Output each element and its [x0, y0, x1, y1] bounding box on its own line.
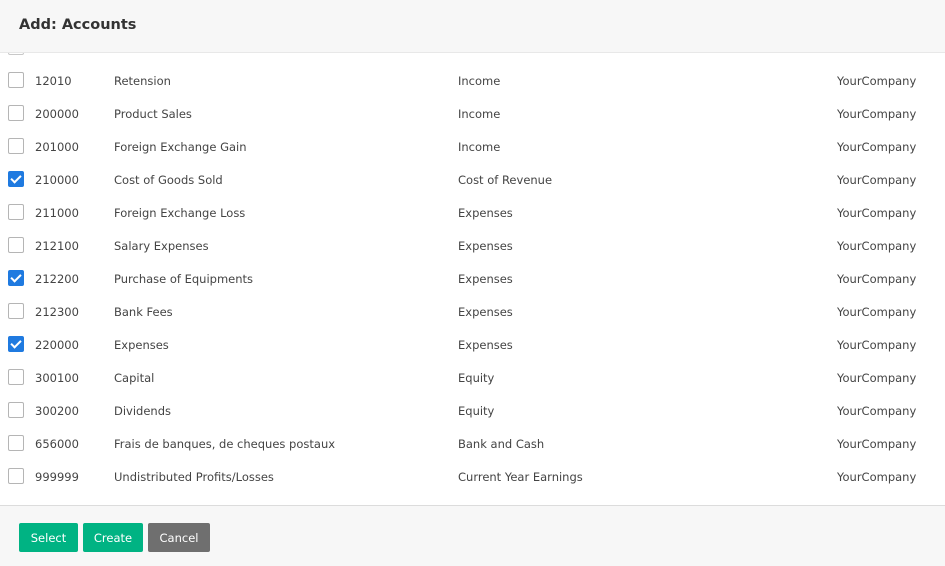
account-type: Bank and Cash: [458, 437, 545, 451]
account-type: Expenses: [458, 338, 513, 352]
account-name: Bank Fees: [114, 305, 173, 319]
account-company: YourCompany: [837, 206, 917, 220]
account-code: 220000: [35, 338, 79, 352]
account-code: 212100: [35, 239, 79, 253]
account-company: YourCompany: [837, 437, 917, 451]
table-row[interactable]: 999999 Undistributed Profits/Losses Curr…: [0, 460, 945, 493]
account-name: Foreign Exchange Loss: [114, 206, 246, 220]
account-company: YourCompany: [837, 74, 917, 88]
account-name: Purchase of Equipments: [114, 272, 254, 286]
account-type: Equity: [458, 371, 495, 385]
account-type: Cost of Revenue: [458, 173, 553, 187]
table-row[interactable]: 220000 Expenses Expenses YourCompany: [0, 328, 945, 361]
account-type: Equity: [458, 404, 495, 418]
account-name: Undistributed Profits/Losses: [114, 470, 274, 484]
dialog-footer: Select Create Cancel: [0, 505, 945, 566]
table-row[interactable]: 210000 Cost of Goods Sold Cost of Revenu…: [0, 163, 945, 196]
account-name: Expenses: [114, 338, 169, 352]
row-checkbox[interactable]: [8, 72, 24, 88]
row-checkbox[interactable]: [8, 402, 24, 418]
table-row[interactable]: 300100 Capital Equity YourCompany: [0, 361, 945, 394]
account-name: Capital: [114, 371, 155, 385]
account-type: Expenses: [458, 239, 513, 253]
table-row[interactable]: 12010 Retension Income YourCompany: [0, 64, 945, 97]
account-company: YourCompany: [837, 239, 917, 253]
accounts-list[interactable]: 12010 Retension Income YourCompany 20000…: [0, 53, 945, 505]
row-checkbox[interactable]: [8, 237, 24, 253]
account-company: YourCompany: [837, 173, 917, 187]
account-type: Expenses: [458, 305, 513, 319]
account-type: Expenses: [458, 206, 513, 220]
row-checkbox[interactable]: [8, 336, 24, 352]
account-name: Salary Expenses: [114, 239, 209, 253]
account-name: Product Sales: [114, 107, 192, 121]
table-row[interactable]: 211000 Foreign Exchange Loss Expenses Yo…: [0, 196, 945, 229]
account-type: Current Year Earnings: [458, 470, 583, 484]
table-row[interactable]: 212100 Salary Expenses Expenses YourComp…: [0, 229, 945, 262]
row-checkbox[interactable]: [8, 138, 24, 154]
account-company: YourCompany: [837, 371, 917, 385]
row-checkbox[interactable]: [8, 270, 24, 286]
table-row[interactable]: 300200 Dividends Equity YourCompany: [0, 394, 945, 427]
account-company: YourCompany: [837, 404, 917, 418]
row-checkbox[interactable]: [8, 105, 24, 121]
account-code: 212200: [35, 272, 79, 286]
table-row[interactable]: 212200 Purchase of Equipments Expenses Y…: [0, 262, 945, 295]
table-row[interactable]: 656000 Frais de banques, de cheques post…: [0, 427, 945, 460]
account-code: 999999: [35, 470, 79, 484]
dialog-title: Add: Accounts: [19, 17, 137, 33]
account-company: YourCompany: [837, 107, 917, 121]
account-company: YourCompany: [837, 470, 917, 484]
account-type: Income: [458, 140, 501, 154]
account-code: 211000: [35, 206, 79, 220]
account-company: YourCompany: [837, 305, 917, 319]
account-name: Cost of Goods Sold: [114, 173, 223, 187]
account-code: 300100: [35, 371, 79, 385]
row-checkbox[interactable]: [8, 171, 24, 187]
account-code: 210000: [35, 173, 79, 187]
add-accounts-dialog: Add: Accounts 12010 Retension Income You…: [0, 0, 945, 566]
row-checkbox[interactable]: [8, 468, 24, 484]
select-button[interactable]: Select: [19, 523, 78, 552]
create-button[interactable]: Create: [83, 523, 143, 552]
account-code: 200000: [35, 107, 79, 121]
account-code: 12010: [35, 74, 72, 88]
account-name: Frais de banques, de cheques postaux: [114, 437, 336, 451]
account-code: 212300: [35, 305, 79, 319]
account-name: Foreign Exchange Gain: [114, 140, 247, 154]
row-checkbox[interactable]: [8, 435, 24, 451]
cancel-button[interactable]: Cancel: [148, 523, 210, 552]
row-checkbox[interactable]: [8, 369, 24, 385]
table-row[interactable]: 201000 Foreign Exchange Gain Income Your…: [0, 130, 945, 163]
account-type: Expenses: [458, 272, 513, 286]
dialog-header: Add: Accounts: [0, 0, 945, 53]
account-code: 201000: [35, 140, 79, 154]
account-company: YourCompany: [837, 272, 917, 286]
row-checkbox[interactable]: [8, 204, 24, 220]
checkbox-partial[interactable]: [8, 53, 24, 55]
account-code: 656000: [35, 437, 79, 451]
account-name: Dividends: [114, 404, 172, 418]
table-row[interactable]: 212300 Bank Fees Expenses YourCompany: [0, 295, 945, 328]
account-company: YourCompany: [837, 338, 917, 352]
account-code: 300200: [35, 404, 79, 418]
row-checkbox[interactable]: [8, 303, 24, 319]
account-name: Retension: [114, 74, 171, 88]
account-type: Income: [458, 74, 501, 88]
account-type: Income: [458, 107, 501, 121]
account-company: YourCompany: [837, 140, 917, 154]
table-row[interactable]: 200000 Product Sales Income YourCompany: [0, 97, 945, 130]
